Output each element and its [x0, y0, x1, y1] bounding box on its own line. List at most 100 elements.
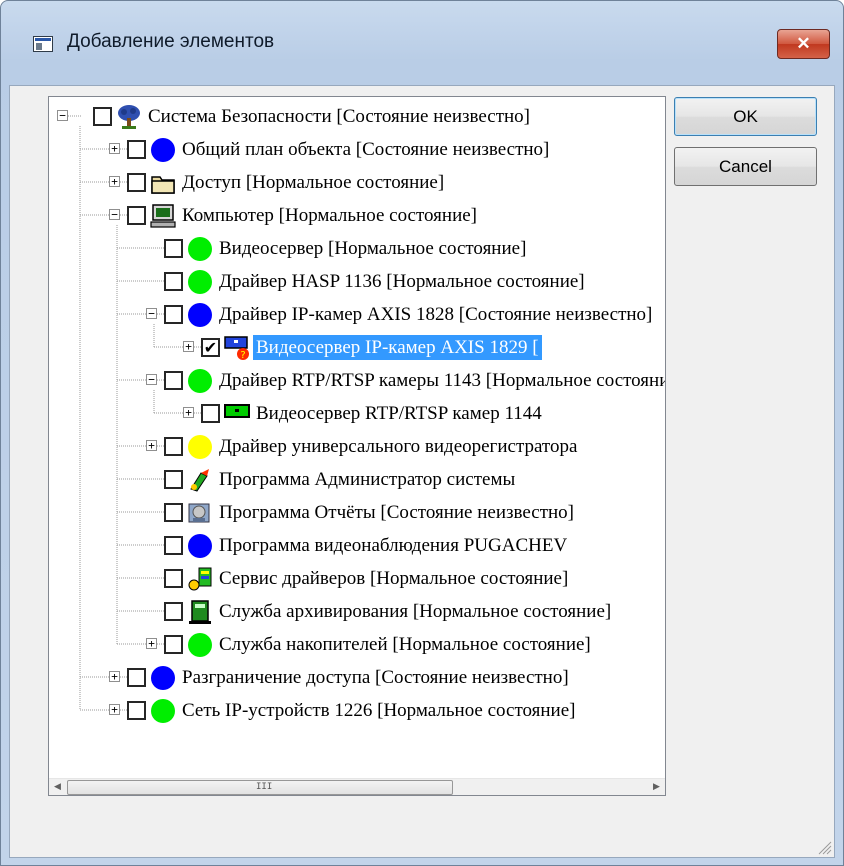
tree-item-label: Общий план объекта [Состояние неизвестно…: [182, 139, 550, 160]
tree-item-label: Драйвер RTP/RTSP камеры 1143 [Нормальное…: [219, 370, 665, 391]
element-tree[interactable]: − Система Безопасности [Состояние неизвес…: [49, 97, 665, 778]
green-circle-icon: [187, 368, 213, 394]
dialog-window: Добавление элементов ✕ − Система Безопасн…: [0, 0, 844, 866]
tree-item-label: Служба архивирования [Нормальное состоян…: [219, 601, 612, 622]
tree-expand-plus-icon[interactable]: +: [146, 638, 157, 649]
green-circle-icon: [187, 236, 213, 262]
window-title: Добавление элементов: [67, 31, 275, 52]
tree-item[interactable]: + ✔? Видеосервер IP-камер AXIS 1829 [: [49, 331, 665, 364]
horizontal-scrollbar[interactable]: ◀ III ▶: [49, 778, 665, 795]
tree-item[interactable]: Служба архивирования [Нормальное состоян…: [49, 595, 665, 628]
resize-grip-icon[interactable]: [816, 839, 832, 855]
video-server-icon: [224, 401, 250, 427]
tree-icon: [116, 104, 142, 130]
blue-circle-icon: [150, 137, 176, 163]
tree-item[interactable]: − Система Безопасности [Состояние неизвес…: [49, 100, 665, 133]
blue-circle-icon: [187, 302, 213, 328]
scroll-thumb-grip-icon: III: [256, 782, 273, 792]
scroll-right-arrow-icon[interactable]: ▶: [648, 779, 665, 795]
tree-item-checkbox[interactable]: [127, 140, 146, 159]
tree-item[interactable]: Программа Администратор системы: [49, 463, 665, 496]
tree-item-checkbox[interactable]: [164, 371, 183, 390]
tree-item-label: Сеть IP-устройств 1226 [Нормальное состо…: [182, 700, 576, 721]
tree-item-checkbox[interactable]: [164, 602, 183, 621]
tree-expand-plus-icon[interactable]: +: [109, 704, 120, 715]
driver-service-icon: [187, 566, 213, 592]
scroll-thumb[interactable]: III: [67, 780, 453, 795]
tree-expand-plus-icon[interactable]: +: [183, 407, 194, 418]
close-icon: ✕: [796, 34, 811, 53]
tree-expand-plus-icon[interactable]: +: [183, 341, 194, 352]
tree-item-label: Программа Отчёты [Состояние неизвестно]: [219, 502, 575, 523]
tree-item-label: Компьютер [Нормальное состояние]: [182, 205, 478, 226]
tree-item-checkbox[interactable]: [127, 173, 146, 192]
tree-item-label: Драйвер IP-камер AXIS 1828 [Состояние не…: [219, 304, 653, 325]
reports-program-icon: [187, 500, 213, 526]
tree-item[interactable]: + Сеть IP-устройств 1226 [Нормальное сост…: [49, 694, 665, 727]
tree-item-checkbox[interactable]: [127, 668, 146, 687]
tree-expand-plus-icon[interactable]: +: [109, 143, 120, 154]
ok-button[interactable]: OK: [674, 97, 817, 136]
dialog-client-area: − Система Безопасности [Состояние неизвес…: [9, 85, 835, 858]
tree-collapse-minus-icon[interactable]: −: [146, 374, 157, 385]
tree-item[interactable]: Программа Отчёты [Состояние неизвестно]: [49, 496, 665, 529]
svg-text:?: ?: [240, 350, 245, 361]
tree-item[interactable]: + Доступ [Нормальное состояние]: [49, 166, 665, 199]
tree-item-checkbox[interactable]: [164, 272, 183, 291]
tree-expand-plus-icon[interactable]: +: [109, 176, 120, 187]
tree-item-label: Сервис драйверов [Нормальное состояние]: [219, 568, 569, 589]
scroll-left-arrow-icon[interactable]: ◀: [49, 779, 66, 795]
tree-item[interactable]: − Компьютер [Нормальное состояние]: [49, 199, 665, 232]
tree-item-checkbox[interactable]: [93, 107, 112, 126]
tree-item-label: Видеосервер [Нормальное состояние]: [219, 238, 527, 259]
tree-item-checkbox[interactable]: [164, 569, 183, 588]
tree-item-label: Видеосервер RTP/RTSP камер 1144: [256, 403, 542, 424]
tree-item-checkbox[interactable]: [164, 239, 183, 258]
title-bar[interactable]: Добавление элементов ✕: [1, 1, 843, 85]
app-window-icon: [33, 36, 53, 52]
tree-item[interactable]: + Служба накопителей [Нормальное состояни…: [49, 628, 665, 661]
tree-item-checkbox[interactable]: [164, 503, 183, 522]
tree-item-checkbox[interactable]: ✔: [201, 338, 220, 357]
tree-item-checkbox[interactable]: [201, 404, 220, 423]
folder-icon: [150, 170, 176, 196]
tree-collapse-minus-icon[interactable]: −: [146, 308, 157, 319]
green-circle-icon: [187, 632, 213, 658]
tree-item[interactable]: Программа видеонаблюдения PUGACHEV: [49, 529, 665, 562]
admin-program-icon: [187, 467, 213, 493]
tree-item-label: Программа Администратор системы: [219, 469, 516, 490]
tree-item-label: Программа видеонаблюдения PUGACHEV: [219, 535, 568, 556]
green-circle-icon: [150, 698, 176, 724]
cancel-button[interactable]: Cancel: [674, 147, 817, 186]
tree-item[interactable]: − Драйвер RTP/RTSP камеры 1143 [Нормально…: [49, 364, 665, 397]
close-button[interactable]: ✕: [777, 29, 830, 59]
tree-item[interactable]: + Видеосервер RTP/RTSP камер 1144: [49, 397, 665, 430]
green-circle-icon: [187, 269, 213, 295]
tree-item-checkbox[interactable]: [127, 701, 146, 720]
tree-collapse-minus-icon[interactable]: −: [109, 209, 120, 220]
yellow-circle-icon: [187, 434, 213, 460]
tree-collapse-minus-icon[interactable]: −: [57, 110, 68, 121]
tree-item[interactable]: − Драйвер IP-камер AXIS 1828 [Состояние н…: [49, 298, 665, 331]
tree-expand-plus-icon[interactable]: +: [146, 440, 157, 451]
tree-item-checkbox[interactable]: [164, 470, 183, 489]
tree-item-label: Система Безопасности [Состояние неизвест…: [148, 106, 531, 127]
tree-item-checkbox[interactable]: [164, 635, 183, 654]
tree-item-checkbox[interactable]: [127, 206, 146, 225]
tree-item[interactable]: + Разграничение доступа [Состояние неизве…: [49, 661, 665, 694]
computer-icon: [150, 203, 176, 229]
video-server-warning-icon: ?: [224, 335, 250, 361]
tree-item-checkbox[interactable]: [164, 305, 183, 324]
tree-item[interactable]: + Общий план объекта [Состояние неизвестн…: [49, 133, 665, 166]
tree-expand-plus-icon[interactable]: +: [109, 671, 120, 682]
tree-item[interactable]: Видеосервер [Нормальное состояние]: [49, 232, 665, 265]
element-tree-panel: − Система Безопасности [Состояние неизвес…: [48, 96, 666, 796]
tree-item[interactable]: Сервис драйверов [Нормальное состояние]: [49, 562, 665, 595]
tree-item-checkbox[interactable]: [164, 536, 183, 555]
archive-service-icon: [187, 599, 213, 625]
tree-item-label: Разграничение доступа [Состояние неизвес…: [182, 667, 569, 688]
tree-item-label: Драйвер HASP 1136 [Нормальное состояние]: [219, 271, 585, 292]
tree-item-checkbox[interactable]: [164, 437, 183, 456]
tree-item[interactable]: Драйвер HASP 1136 [Нормальное состояние]: [49, 265, 665, 298]
tree-item[interactable]: + Драйвер универсального видеорегистратор…: [49, 430, 665, 463]
